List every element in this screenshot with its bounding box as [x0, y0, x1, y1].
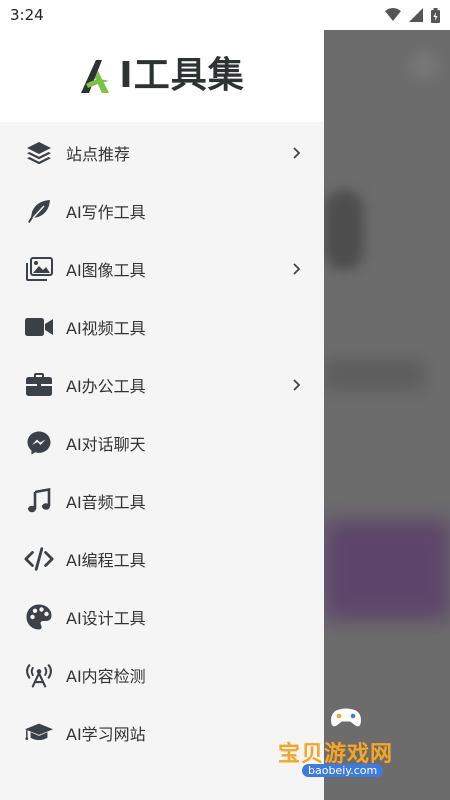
- menu-item-ai-writing[interactable]: AI写作工具: [0, 182, 324, 240]
- status-icons: [385, 7, 440, 23]
- chevron-right-icon: [293, 147, 301, 159]
- menu-item-label: AI设计工具: [66, 609, 146, 628]
- layers-icon: [27, 142, 51, 165]
- drawer-header: I工具集: [0, 30, 324, 122]
- menu-item-ai-office[interactable]: AI办公工具: [0, 356, 324, 414]
- menu-item-label: 站点推荐: [66, 145, 131, 164]
- menu-item-ai-video[interactable]: AI视频工具: [0, 298, 324, 356]
- signal-icon: [409, 8, 423, 22]
- logo-a-icon: [81, 60, 110, 93]
- messenger-icon: [27, 431, 51, 455]
- blurred-banner: [324, 520, 450, 620]
- app-logo: I工具集: [79, 57, 244, 95]
- blurred-shape: [324, 190, 364, 270]
- navigation-drawer: I工具集 站点推荐 AI写作工具 AI图像工具 AI视频工具 AI办公工具 AI…: [0, 30, 324, 800]
- feather-icon: [28, 200, 50, 223]
- chevron-right-icon: [293, 263, 301, 275]
- menu-item-label: AI对话聊天: [66, 435, 146, 454]
- menu-item-label: AI视频工具: [66, 319, 146, 338]
- dimmed-background[interactable]: [324, 30, 450, 800]
- menu-item-label: AI学习网站: [66, 725, 146, 744]
- palette-icon: [26, 604, 52, 630]
- menu-item-ai-image[interactable]: AI图像工具: [0, 240, 324, 298]
- wifi-icon: [385, 8, 401, 21]
- status-time: 3:24: [10, 6, 44, 24]
- status-bar: 3:24: [0, 0, 450, 30]
- graduation-cap-icon: [24, 723, 54, 741]
- watermark-logo: 宝贝游戏网 baobeiy.com: [272, 706, 432, 786]
- video-icon: [25, 318, 53, 336]
- music-note-icon: [28, 488, 51, 513]
- menu-item-ai-detection[interactable]: AI内容检测: [0, 646, 324, 704]
- menu-item-label: AI图像工具: [66, 261, 146, 280]
- menu-item-ai-chat[interactable]: AI对话聊天: [0, 414, 324, 472]
- briefcase-icon: [26, 373, 52, 396]
- watermark-url: baobeiy.com: [302, 764, 384, 777]
- battery-icon: [431, 7, 440, 23]
- menu-item-label: AI内容检测: [66, 667, 146, 686]
- images-icon: [26, 257, 53, 281]
- blurred-shape: [409, 50, 439, 80]
- menu-item-label: AI编程工具: [66, 551, 146, 570]
- broadcast-tower-icon: [26, 664, 52, 688]
- menu-item-label: AI音频工具: [66, 493, 146, 512]
- menu-item-label: AI办公工具: [66, 377, 146, 396]
- menu-item-label: AI写作工具: [66, 203, 146, 222]
- code-icon: [24, 547, 54, 571]
- drawer-menu: 站点推荐 AI写作工具 AI图像工具 AI视频工具 AI办公工具 AI对话聊天 …: [0, 122, 324, 762]
- logo-text: I工具集: [119, 55, 245, 96]
- chevron-right-icon: [293, 379, 301, 391]
- blurred-shape: [324, 360, 424, 390]
- menu-item-site-recommend[interactable]: 站点推荐: [0, 124, 324, 182]
- gamepad-icon: [330, 707, 362, 728]
- menu-item-ai-design[interactable]: AI设计工具: [0, 588, 324, 646]
- menu-item-ai-audio[interactable]: AI音频工具: [0, 472, 324, 530]
- menu-item-ai-coding[interactable]: AI编程工具: [0, 530, 324, 588]
